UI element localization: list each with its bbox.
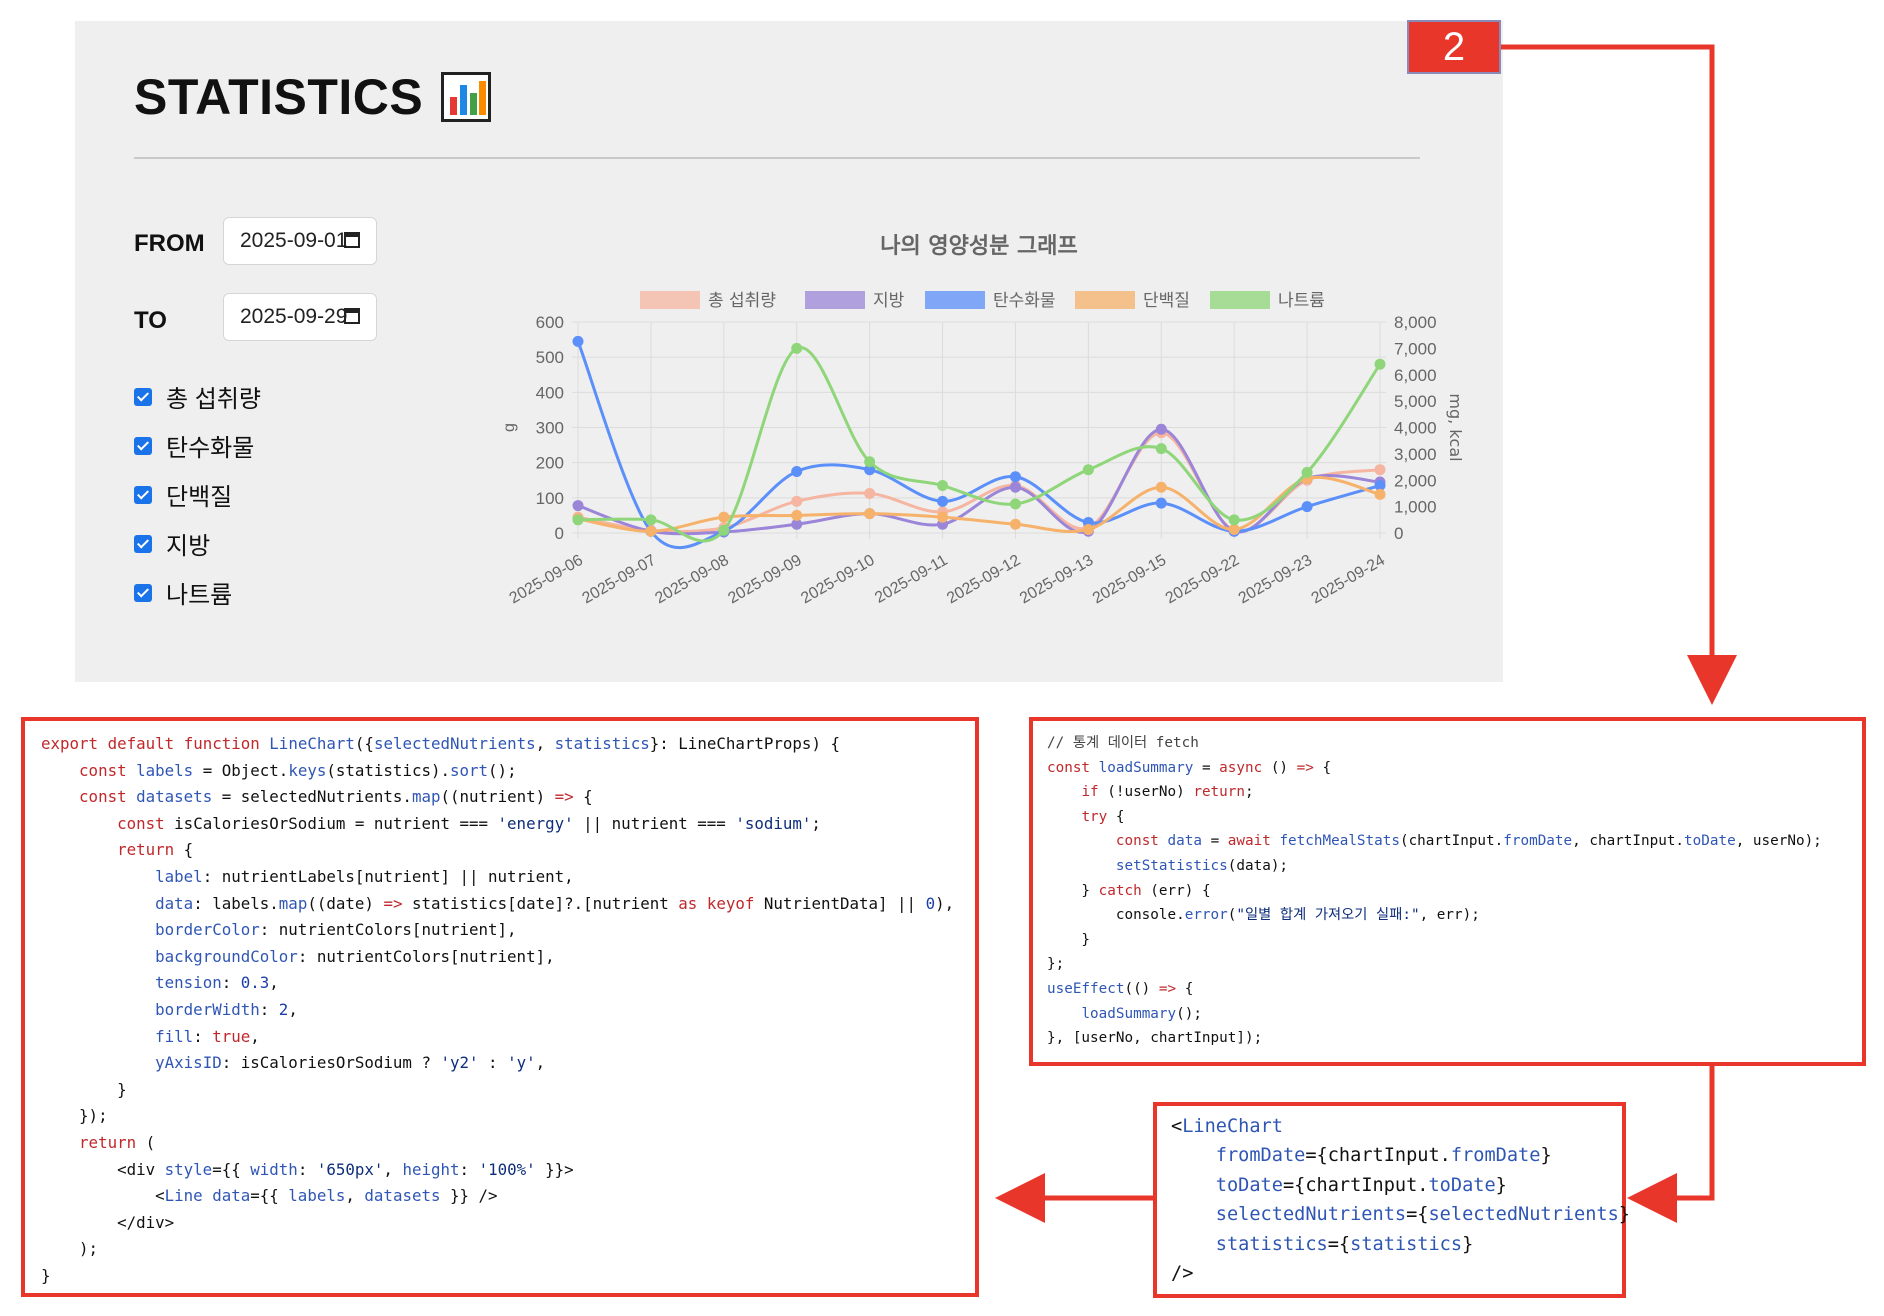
code-line: useEffect(() => { <box>1047 980 1194 997</box>
code-line: <div style={{ width: '650px', height: '1… <box>41 1159 574 1179</box>
code-line: const loadSummary = async () => { <box>1047 759 1332 776</box>
arrow-fetch-to-usage <box>1627 1062 1715 1223</box>
code-line: </div> <box>41 1212 175 1232</box>
code-line: toDate={chartInput.toDate} <box>1215 1174 1507 1196</box>
code-line: yAxisID: isCaloriesOrSodium ? 'y2' : 'y'… <box>155 1053 546 1073</box>
code-line: fromDate={chartInput.fromDate} <box>1215 1145 1552 1167</box>
code-line: return ( <box>79 1132 156 1152</box>
code-line: try { <box>1081 808 1125 825</box>
code-line: console.error("일별 합계 가져오기 실패:", err); <box>1047 907 1480 924</box>
code-line: } <box>1047 931 1091 948</box>
code-line: export default function LineChart({selec… <box>41 734 840 753</box>
code-block: // 통계 데이터 fetch const loadSummary = async… <box>1033 721 1862 1051</box>
code-line: borderWidth: 2, <box>155 999 298 1019</box>
code-line: setStatistics(data); <box>1115 857 1289 874</box>
linechart-component-code: export default function LineChart({selec… <box>21 717 979 1297</box>
code-line: }); <box>41 1106 108 1126</box>
code-line: if (!userNo) return; <box>1081 784 1254 801</box>
fetch-statistics-code: // 통계 데이터 fetch const loadSummary = async… <box>1029 717 1866 1066</box>
code-block: export default function LineChart({selec… <box>25 721 975 1289</box>
code-line: return { <box>117 840 194 860</box>
code-line: } catch (err) { <box>1047 882 1211 899</box>
code-line: tension: 0.3, <box>155 973 279 993</box>
code-line: label: nutrientLabels[nutrient] || nutri… <box>155 866 574 886</box>
code-line: const isCaloriesOrSodium = nutrient === … <box>117 813 821 833</box>
code-line: data: labels.map((date) => statistics[da… <box>155 893 955 913</box>
arrow-badge-to-fetch <box>1501 44 1737 705</box>
annotated-screenshot: STATISTICS FROM 2025-09-01 TO 2025-09-29… <box>0 0 1884 1316</box>
code-line: ); <box>41 1239 99 1259</box>
code-line: } <box>41 1265 51 1285</box>
code-line: // 통계 데이터 fetch <box>1047 735 1199 751</box>
code-line: const datasets = selectedNutrients.map((… <box>79 787 593 807</box>
code-line: fill: true, <box>155 1026 260 1046</box>
code-line: }, [userNo, chartInput]); <box>1047 1030 1263 1047</box>
code-line: backgroundColor: nutrientColors[nutrient… <box>155 946 555 966</box>
code-line: const labels = Object.keys(statistics).s… <box>79 760 517 780</box>
code-line: selectedNutrients={selectedNutrients} <box>1215 1204 1630 1226</box>
code-line: }; <box>1047 956 1065 973</box>
code-line: borderColor: nutrientColors[nutrient], <box>155 920 517 940</box>
code-line: <Line data={{ labels, datasets }} /> <box>41 1186 498 1206</box>
code-line: <LineChart <box>1171 1116 1283 1137</box>
code-line: statistics={statistics} <box>1215 1233 1474 1255</box>
code-line: /> <box>1171 1263 1194 1285</box>
code-line: } <box>41 1079 127 1099</box>
code-line: const data = await fetchMealStats(chartI… <box>1115 833 1822 850</box>
code-block: <LineChart fromDate={chartInput.fromDate… <box>1157 1106 1630 1288</box>
code-line: loadSummary(); <box>1081 1005 1202 1022</box>
linechart-usage-code: <LineChart fromDate={chartInput.fromDate… <box>1153 1102 1630 1298</box>
